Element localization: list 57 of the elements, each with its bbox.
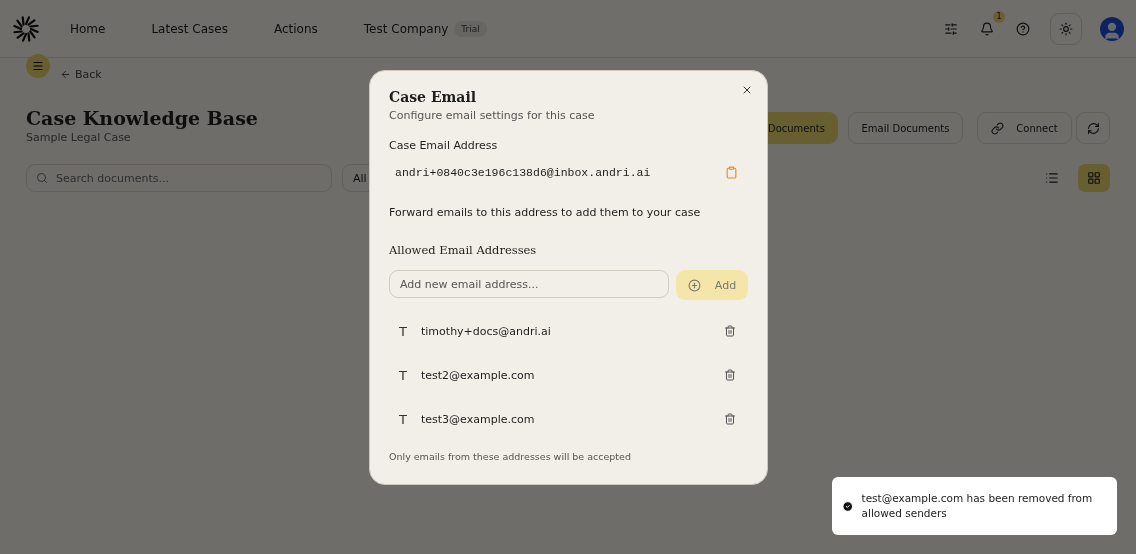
back-link[interactable]: Back: [60, 68, 102, 81]
allowed-email: test3@example.com: [421, 412, 536, 426]
refresh-icon: [1086, 121, 1100, 135]
notification-count: 1: [993, 10, 1005, 23]
action-button[interactable]: Connect: [977, 112, 1072, 144]
sender-initial: T: [399, 323, 408, 339]
delete-button[interactable]: [724, 325, 736, 337]
arrow-left-icon: [60, 69, 71, 80]
trash-icon: [724, 413, 736, 425]
field-label: Case Email Address: [389, 139, 499, 152]
nav-link[interactable]: Test Company Trial: [363, 20, 487, 37]
section-heading: Allowed Email Addresses: [389, 243, 538, 257]
forward-note: Forward emails to this address to add them to your case: [389, 206, 702, 219]
user-icon: [1102, 20, 1122, 41]
close-icon: [741, 84, 753, 96]
dialog-description: Configure email settings for this case: [389, 109, 596, 122]
search-icon: [36, 172, 48, 184]
add-button[interactable]: Add: [676, 270, 748, 300]
page-subtitle: Sample Legal Case: [26, 131, 132, 144]
bell-icon: [980, 21, 994, 36]
action-button[interactable]: Email Documents: [848, 112, 963, 144]
link-icon: [991, 121, 1005, 135]
allowed-email: timothy+docs@andri.ai: [421, 324, 552, 338]
toast-message: test@example.com has been removed from allowed senders: [861, 490, 1094, 521]
email-input-field[interactable]: Add new email address...: [389, 270, 669, 298]
dialog-title: Case Email: [389, 89, 478, 105]
delete-button[interactable]: [724, 413, 736, 425]
user-avatar[interactable]: [1100, 16, 1124, 41]
search-field[interactable]: Search documents...: [26, 164, 332, 192]
sun-icon: [1059, 21, 1073, 36]
page-title: Case Knowledge Base: [26, 107, 258, 129]
clipboard-icon: [725, 166, 738, 179]
refresh-button[interactable]: [1076, 112, 1110, 144]
logo-icon: [12, 14, 40, 43]
sender-initial: T: [399, 411, 408, 427]
menu-button[interactable]: [26, 54, 50, 78]
nav-link[interactable]: Home: [70, 21, 106, 36]
plus-icon: [687, 278, 701, 292]
menu-icon: [32, 60, 44, 72]
nav-link[interactable]: Actions: [273, 21, 318, 36]
footnote: Only emails from these addresses will be accepted: [389, 451, 632, 462]
theme-button[interactable]: [1050, 12, 1082, 45]
trash-icon: [724, 325, 736, 337]
allowed-email: test2@example.com: [421, 368, 536, 382]
case-email-address: andri+0840c3e196c138d6@inbox.andri.ai: [395, 166, 651, 179]
grid-view-button[interactable]: [1078, 164, 1110, 192]
delete-button[interactable]: [724, 369, 736, 381]
sender-initial: T: [399, 367, 408, 383]
list-icon: [1045, 171, 1059, 185]
help-icon: [1016, 21, 1030, 36]
sliders-icon: [944, 21, 958, 36]
grid-icon: [1087, 171, 1101, 185]
check-icon: [842, 498, 854, 514]
plan-badge: Trial: [454, 20, 487, 37]
close-button[interactable]: [741, 84, 753, 96]
trash-icon: [724, 369, 736, 381]
nav-link[interactable]: Latest Cases: [151, 21, 228, 36]
